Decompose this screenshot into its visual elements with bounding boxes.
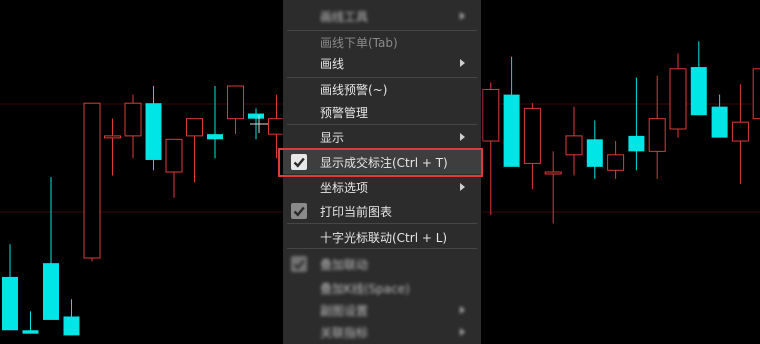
candle [607, 141, 625, 179]
candle-body [711, 106, 728, 138]
candle [145, 86, 162, 171]
candle [565, 106, 583, 176]
menu-item-label: 副图设置 [320, 304, 369, 318]
checkbox-checked-icon [291, 256, 307, 272]
menu-item-label: 画线 [320, 57, 345, 71]
candle-body [43, 263, 59, 320]
candle-body [607, 154, 625, 171]
submenu-arrow-icon [460, 183, 465, 191]
candle [648, 75, 666, 179]
menu-item-label: 画线下单(Tab) [320, 36, 398, 50]
candle-body [586, 139, 603, 167]
candle-body [669, 68, 687, 130]
candle-body [104, 135, 121, 139]
candle-body [752, 68, 760, 120]
menu-item-draw-line[interactable]: 画线 [283, 51, 481, 75]
candle [63, 299, 80, 336]
submenu-arrow-icon [460, 306, 465, 314]
candle [165, 138, 183, 198]
candle-body [523, 107, 541, 164]
menu-item-label: 显示 [320, 131, 345, 145]
menu-item-label: 叠加K线(Space) [320, 282, 410, 296]
candle [544, 151, 562, 224]
candle-body [544, 171, 562, 175]
menu-separator [287, 223, 477, 224]
checkbox-checked-icon [291, 203, 307, 219]
candle [586, 120, 603, 179]
checkbox-checked-icon [291, 154, 307, 170]
menu-item-label: 打印当前图表 [320, 205, 393, 219]
candle [43, 177, 59, 320]
candle [2, 244, 18, 331]
menu-item-crosshair-link[interactable]: 十字光标联动(Ctrl + L) [283, 225, 481, 249]
candle [227, 85, 244, 135]
candle-body [63, 316, 80, 336]
candle-body [124, 102, 142, 137]
menu-item-label: 坐标选项 [320, 181, 369, 195]
menu-item-print-chart[interactable]: 打印当前图表 [283, 199, 481, 223]
candle-body [83, 102, 101, 259]
menu-item-overlay-kline[interactable]: 叠加K线(Space) [283, 276, 481, 300]
candle-body [2, 276, 18, 331]
candle [628, 77, 645, 171]
candle-body [145, 103, 162, 160]
candle-body [482, 88, 500, 142]
candle [124, 94, 142, 159]
candle [690, 41, 707, 116]
menu-item-label: 预警管理 [320, 106, 369, 120]
submenu-arrow-icon [460, 133, 465, 141]
candle [752, 68, 760, 120]
menu-item-axis-options[interactable]: 坐标选项 [283, 175, 481, 199]
candle-body [503, 94, 520, 167]
menu-item-alert-management[interactable]: 预警管理 [283, 100, 481, 124]
menu-item-label: 画线预警(~) [320, 83, 388, 97]
candle-body [207, 134, 223, 140]
menu-item-label: 显示成交标注(Ctrl + T) [320, 156, 448, 170]
candle [669, 53, 687, 138]
menu-item-label: 画线工具 [320, 10, 369, 24]
menu-item-subchart-settings[interactable]: 副图设置 [283, 298, 481, 322]
candle-body [186, 118, 203, 137]
candle-body [648, 118, 666, 152]
menu-item-label: 叠加联动 [320, 258, 369, 272]
menu-item-display[interactable]: 显示 [283, 125, 481, 149]
menu-separator [287, 248, 477, 249]
candle [83, 102, 101, 262]
menu-item-drawing-tools[interactable]: 画线工具 [283, 4, 481, 28]
candle [482, 82, 500, 215]
candle-body [227, 85, 244, 120]
candle [731, 84, 749, 185]
menu-item-label: 关联指标 [320, 326, 369, 340]
candle-body [731, 121, 749, 142]
candle [22, 311, 39, 334]
candle [186, 118, 203, 183]
candle-body [565, 135, 583, 156]
candle [104, 118, 121, 176]
menu-item-line-alert[interactable]: 画线预警(~) [283, 77, 481, 101]
submenu-arrow-icon [460, 59, 465, 67]
candle [523, 103, 541, 190]
candle-body [22, 330, 39, 334]
menu-item-related-indicators[interactable]: 关联指标 [283, 320, 481, 344]
candle-body [690, 67, 707, 116]
submenu-arrow-icon [460, 12, 465, 20]
menu-item-overlay-link[interactable]: 叠加联动 [283, 252, 481, 276]
menu-item-label: 十字光标联动(Ctrl + L) [320, 231, 448, 245]
candle-body [628, 135, 645, 152]
submenu-arrow-icon [460, 328, 465, 336]
candle [503, 56, 520, 167]
candle-body [165, 138, 183, 173]
candle [207, 86, 223, 159]
menu-item-show-trade-marks[interactable]: 显示成交标注(Ctrl + T) [283, 150, 481, 174]
candle-body [248, 113, 264, 119]
context-menu: 画线工具 画线下单(Tab) 画线 画线预警(~) 预警管理 显示 显示成交标注… [283, 0, 481, 344]
candle [711, 94, 728, 138]
